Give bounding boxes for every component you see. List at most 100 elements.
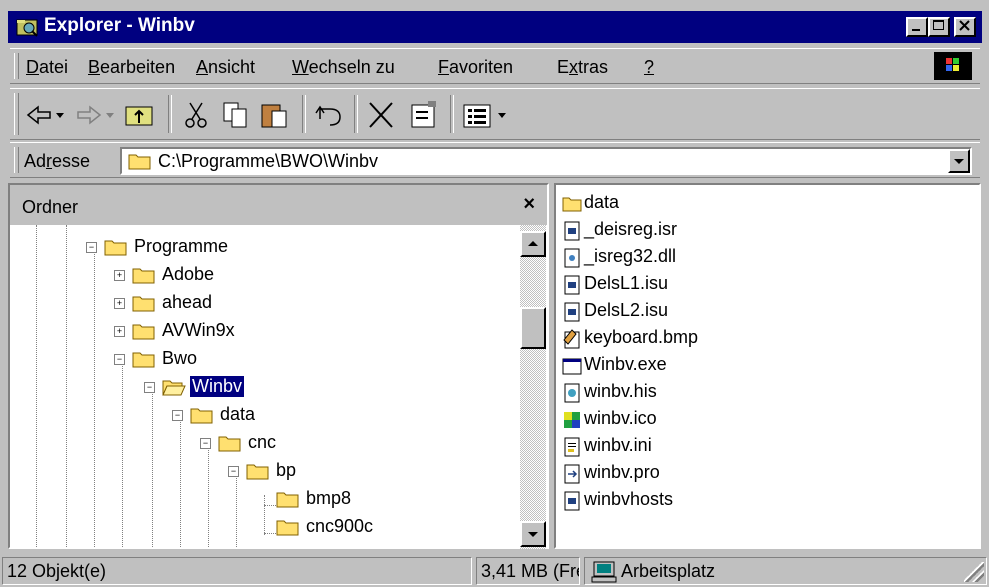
- address-bar: Adresse C:\Programme\BWO\Winbv: [10, 142, 980, 178]
- cut-button[interactable]: [178, 99, 214, 131]
- properties-button[interactable]: [406, 99, 442, 131]
- address-grip[interactable]: [14, 147, 19, 173]
- folder-icon: [276, 520, 299, 536]
- explorer-window: Explorer - Winbv Datei Bearbeiten Ansich…: [0, 0, 989, 587]
- pro-icon: [564, 464, 580, 484]
- chevron-up-icon: [528, 241, 538, 246]
- his-icon: [564, 383, 580, 403]
- toolbar-separator: [354, 95, 358, 133]
- chevron-down-icon: [954, 159, 964, 164]
- expand-icon[interactable]: +: [114, 326, 125, 337]
- menu-grip[interactable]: [14, 53, 19, 79]
- close-button[interactable]: [954, 17, 976, 37]
- back-button[interactable]: [24, 99, 68, 131]
- file-icon: [564, 491, 580, 511]
- toolbar-separator: [450, 95, 454, 133]
- dll-icon: [564, 248, 580, 268]
- scroll-down-button[interactable]: [520, 521, 546, 547]
- toolbar-separator: [302, 95, 306, 133]
- scroll-thumb[interactable]: [520, 307, 546, 349]
- scroll-up-button[interactable]: [520, 231, 546, 257]
- tree-guide-line: [264, 495, 265, 535]
- forward-button[interactable]: [74, 99, 118, 131]
- status-object-count: 12 Objekt(e): [2, 557, 472, 585]
- menu-bearbeiten[interactable]: Bearbeiten: [88, 57, 175, 78]
- paste-button[interactable]: [258, 99, 294, 131]
- tree-guide-line: [66, 225, 67, 547]
- file-icon: [564, 221, 580, 241]
- folder-icon: [218, 436, 241, 452]
- folders-pane-title: Ordner: [22, 197, 79, 217]
- status-location: Arbeitsplatz: [584, 557, 987, 585]
- minimize-icon: [912, 29, 920, 31]
- exe-icon: [562, 358, 582, 375]
- undo-button[interactable]: [312, 99, 348, 131]
- file-icon: [564, 302, 580, 322]
- tree-guide-line: [180, 411, 181, 547]
- ico-icon: [564, 412, 580, 428]
- bitmap-icon: [563, 329, 580, 349]
- menu-ansicht[interactable]: Ansicht: [196, 57, 255, 78]
- maximize-button[interactable]: [928, 17, 950, 37]
- selected-tree-label: Winbv: [188, 375, 246, 398]
- menu-favoriten[interactable]: Favoriten: [438, 57, 513, 78]
- folder-icon: [132, 296, 155, 312]
- standard-toolbar: [10, 88, 980, 140]
- folder-tree-scrollbar[interactable]: [520, 225, 546, 549]
- window-title: Explorer - Winbv: [44, 15, 195, 36]
- toolbar-grip[interactable]: [14, 93, 19, 135]
- collapse-icon[interactable]: −: [200, 438, 211, 449]
- folders-pane-close-button[interactable]: ×: [523, 193, 535, 216]
- expand-icon[interactable]: +: [114, 270, 125, 281]
- maximize-icon: [933, 20, 944, 30]
- menu-help[interactable]: ?: [644, 57, 654, 78]
- menu-extras[interactable]: Extras: [557, 57, 608, 78]
- status-free-space: 3,41 MB (Freier Speicherplatz: 1,23 GB): [476, 557, 580, 585]
- address-dropdown-button[interactable]: [948, 149, 970, 173]
- toolbar-separator: [168, 95, 172, 133]
- menu-wechseln-zu[interactable]: Wechseln zu: [292, 57, 395, 78]
- tree-guide-line: [94, 249, 95, 547]
- explorer-icon: [16, 19, 38, 37]
- folder-icon: [132, 268, 155, 284]
- tree-guide-line: [236, 467, 237, 547]
- menu-datei[interactable]: Datei: [26, 57, 68, 78]
- address-combobox[interactable]: C:\Programme\BWO\Winbv: [120, 147, 972, 175]
- address-input[interactable]: C:\Programme\BWO\Winbv: [158, 151, 378, 172]
- file-icon: [564, 275, 580, 295]
- resize-grip[interactable]: [964, 562, 984, 582]
- tree-guide-line: [36, 225, 37, 547]
- my-computer-icon: [591, 561, 617, 583]
- folder-icon: [562, 197, 582, 212]
- folder-tree[interactable]: − Programme + Adobe + ahead + AVWin9x −: [10, 225, 520, 547]
- tree-guide-line: [152, 385, 153, 547]
- windows-flag-icon: [946, 58, 959, 71]
- folder-icon: [128, 154, 151, 170]
- collapse-icon[interactable]: −: [172, 410, 183, 421]
- folder-icon: [276, 492, 299, 508]
- up-folder-button[interactable]: [122, 99, 158, 131]
- folder-icon: [246, 464, 269, 480]
- folders-pane: Ordner × − Programme + Adobe + ahead + A…: [8, 183, 549, 549]
- expand-icon[interactable]: +: [114, 298, 125, 309]
- file-list-pane[interactable]: data _deisreg.isr _isreg32.dll DelsL1.is…: [554, 183, 981, 549]
- open-folder-icon: [162, 380, 186, 396]
- folders-pane-header: Ordner ×: [10, 185, 547, 225]
- folder-icon: [104, 240, 127, 256]
- folder-icon: [132, 324, 155, 340]
- ini-icon: [564, 437, 580, 457]
- delete-button[interactable]: [364, 99, 400, 131]
- collapse-icon[interactable]: −: [114, 354, 125, 365]
- tree-guide-line: [122, 357, 123, 547]
- folder-icon: [132, 352, 155, 368]
- copy-button[interactable]: [218, 99, 254, 131]
- status-bar: 12 Objekt(e) 3,41 MB (Freier Speicherpla…: [0, 553, 989, 587]
- collapse-icon[interactable]: −: [86, 242, 97, 253]
- collapse-icon[interactable]: −: [144, 382, 155, 393]
- views-button[interactable]: [460, 99, 520, 131]
- tree-guide-line: [208, 439, 209, 547]
- collapse-icon[interactable]: −: [228, 466, 239, 477]
- minimize-button[interactable]: [906, 17, 928, 37]
- chevron-down-icon: [528, 532, 538, 537]
- title-bar[interactable]: Explorer - Winbv: [8, 11, 982, 43]
